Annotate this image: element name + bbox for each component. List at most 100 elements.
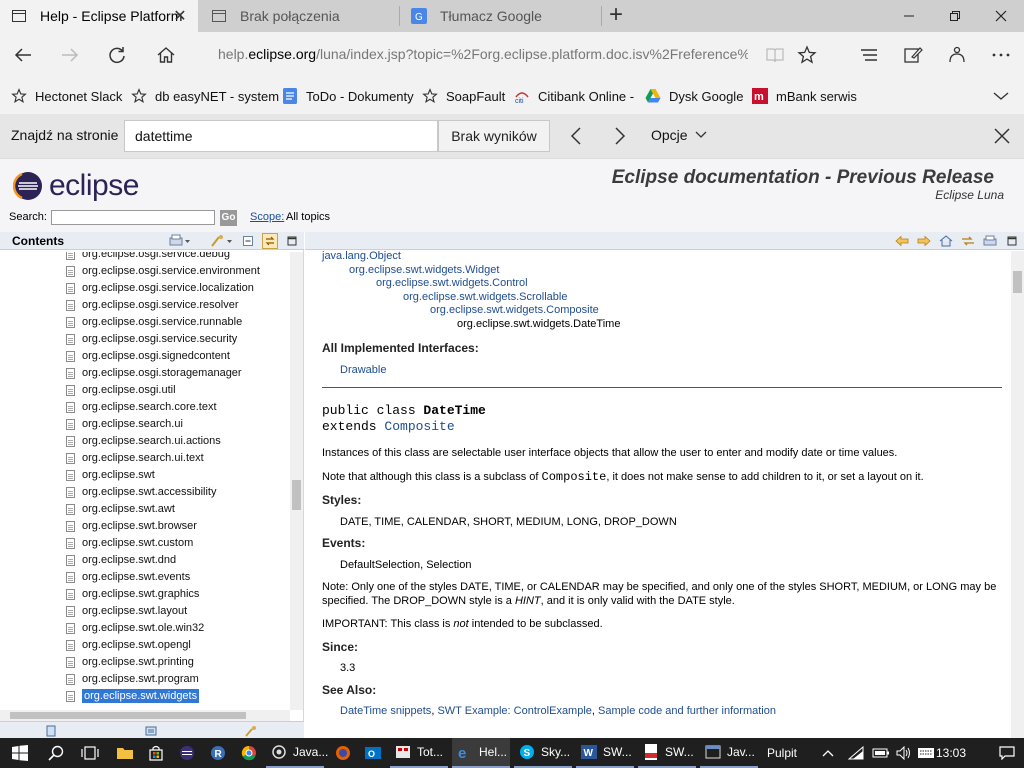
taskbar-item-total-commander[interactable]: Tot...	[390, 738, 448, 768]
toc-item[interactable]: org.eclipse.swt.accessibility	[66, 484, 217, 500]
toc-item[interactable]: org.eclipse.osgi.storagemanager	[66, 365, 242, 381]
home-button[interactable]	[151, 40, 181, 70]
toc-item[interactable]: org.eclipse.osgi.service.debug	[66, 252, 230, 262]
find-input[interactable]	[124, 120, 438, 152]
maximize-topic-button[interactable]	[1004, 233, 1020, 249]
hierarchy-link[interactable]: org.eclipse.swt.widgets.Widget	[349, 264, 499, 276]
toc-item[interactable]: org.eclipse.search.ui.actions	[66, 433, 221, 449]
link-with-contents-button[interactable]	[262, 233, 278, 249]
find-close-button[interactable]	[990, 124, 1014, 148]
favorite-button[interactable]	[792, 40, 822, 70]
scrollbar-thumb[interactable]	[1013, 271, 1022, 293]
see-also-link[interactable]: DateTime snippets	[340, 705, 431, 717]
print-menu-button[interactable]	[168, 233, 192, 249]
toc-item[interactable]: org.eclipse.swt.custom	[66, 535, 193, 551]
favorite-soapfault[interactable]: SoapFault	[422, 86, 505, 106]
print-topic-button[interactable]	[982, 233, 998, 249]
see-also-link[interactable]: Sample code and further information	[598, 705, 776, 717]
favorite-citibank[interactable]: citi Citibank Online -	[514, 86, 634, 106]
bookmarks-tab-icon[interactable]	[244, 724, 258, 738]
store-pinned[interactable]	[145, 738, 167, 768]
toc-item[interactable]: org.eclipse.osgi.service.runnable	[66, 314, 242, 330]
r-app-pinned[interactable]: R	[207, 738, 229, 768]
find-previous-button[interactable]	[564, 124, 588, 148]
toc-item[interactable]: org.eclipse.search.ui	[66, 416, 183, 432]
scrollbar-thumb[interactable]	[10, 712, 246, 719]
maximize-contents-button[interactable]	[284, 233, 300, 249]
favorite-db-easynet[interactable]: db easyNET - system	[131, 86, 279, 106]
minimize-button[interactable]	[886, 0, 932, 32]
tab-help-eclipse[interactable]: Help - Eclipse Platform ✕	[0, 0, 198, 32]
home-topic-button[interactable]	[938, 233, 954, 249]
refresh-button[interactable]	[102, 40, 132, 70]
contents-vertical-scrollbar[interactable]	[290, 252, 303, 710]
start-button[interactable]	[0, 738, 40, 768]
hierarchy-link[interactable]: org.eclipse.swt.widgets.Scrollable	[403, 291, 567, 303]
battery-button[interactable]	[871, 738, 891, 768]
forward-topic-button[interactable]	[916, 233, 932, 249]
outlook-pinned[interactable]: O	[362, 738, 384, 768]
restore-button[interactable]	[932, 0, 978, 32]
favorite-todo-dokumenty[interactable]: ToDo - Dokumenty	[282, 86, 414, 106]
toc-item[interactable]: org.eclipse.osgi.util	[66, 382, 176, 398]
go-button[interactable]: Go	[220, 210, 237, 226]
toc-item[interactable]: org.eclipse.osgi.service.resolver	[66, 297, 239, 313]
toc-item[interactable]: org.eclipse.search.ui.text	[66, 450, 204, 466]
toc-item[interactable]: org.eclipse.swt.ole.win32	[66, 620, 204, 636]
task-view-button[interactable]	[78, 738, 102, 768]
web-note-button[interactable]	[898, 40, 928, 70]
toc-item[interactable]: org.eclipse.swt.layout	[66, 603, 187, 619]
see-also-link[interactable]: SWT Example: ControlExample	[437, 705, 591, 717]
back-button[interactable]	[8, 40, 38, 70]
toc-item[interactable]: org.eclipse.osgi.service.security	[66, 331, 237, 347]
search-button[interactable]	[44, 738, 68, 768]
taskbar-item-edge[interactable]: e Hel...	[452, 738, 510, 768]
action-center-button[interactable]	[994, 738, 1020, 768]
toc-item[interactable]: org.eclipse.osgi.service.environment	[66, 263, 260, 279]
superclass-link[interactable]: Composite	[384, 419, 454, 434]
toc-item[interactable]: org.eclipse.search.core.text	[66, 399, 217, 415]
share-button[interactable]	[942, 40, 972, 70]
find-next-button[interactable]	[608, 124, 632, 148]
toc-item[interactable]: org.eclipse.osgi.service.localization	[66, 280, 254, 296]
taskbar-item-java-window[interactable]: Jav...	[700, 738, 758, 768]
toc-item[interactable]: org.eclipse.swt.program	[66, 671, 199, 687]
eclipse-pinned[interactable]	[176, 738, 198, 768]
reading-view-button[interactable]	[760, 40, 790, 70]
collapse-all-button[interactable]	[240, 233, 256, 249]
toc-item[interactable]: org.eclipse.swt	[66, 467, 155, 483]
toc-item[interactable]: org.eclipse.swt.opengl	[66, 637, 191, 653]
toc-item[interactable]: org.eclipse.swt.dnd	[66, 552, 176, 568]
taskbar-item-skype[interactable]: S Sky...	[514, 738, 572, 768]
tab-brak-polaczenia[interactable]: Brak połączenia	[200, 0, 398, 32]
desktop-toolbar[interactable]: Pulpit	[767, 738, 797, 768]
hub-button[interactable]	[854, 40, 884, 70]
input-indicator[interactable]	[916, 738, 936, 768]
firefox-pinned[interactable]	[332, 738, 354, 768]
favorite-mbank[interactable]: m mBank serwis	[752, 86, 857, 106]
more-button[interactable]	[986, 40, 1016, 70]
new-tab-button[interactable]: +	[604, 3, 628, 28]
toc-item[interactable]: org.eclipse.swt.printing	[66, 654, 194, 670]
search-results-menu-button[interactable]	[210, 233, 234, 249]
taskbar-item-pdf[interactable]: SW...	[638, 738, 696, 768]
contents-horizontal-scrollbar[interactable]	[0, 710, 290, 721]
back-topic-button[interactable]	[894, 233, 910, 249]
favorite-dysk-google[interactable]: Dysk Google	[645, 86, 743, 106]
file-explorer-pinned[interactable]	[114, 738, 136, 768]
interface-link[interactable]: Drawable	[340, 364, 386, 376]
show-in-contents-button[interactable]	[960, 233, 976, 249]
favorites-expand-button[interactable]	[986, 81, 1016, 111]
toc-item[interactable]: org.eclipse.swt.widgets	[66, 688, 200, 704]
toc-item[interactable]: org.eclipse.swt.graphics	[66, 586, 199, 602]
contents-tab-icon[interactable]	[44, 724, 58, 738]
toc-item[interactable]: org.eclipse.swt.events	[66, 569, 190, 585]
hierarchy-link[interactable]: org.eclipse.swt.widgets.Control	[376, 277, 528, 289]
index-tab-icon[interactable]	[144, 724, 158, 738]
show-hidden-icons-button[interactable]	[820, 738, 836, 768]
forward-button[interactable]	[55, 40, 85, 70]
taskbar-clock[interactable]: 13:03	[936, 746, 966, 760]
find-options-button[interactable]: Opcje	[651, 127, 708, 143]
hierarchy-link[interactable]: org.eclipse.swt.widgets.Composite	[430, 304, 599, 316]
hierarchy-link[interactable]: java.lang.Object	[322, 250, 401, 262]
